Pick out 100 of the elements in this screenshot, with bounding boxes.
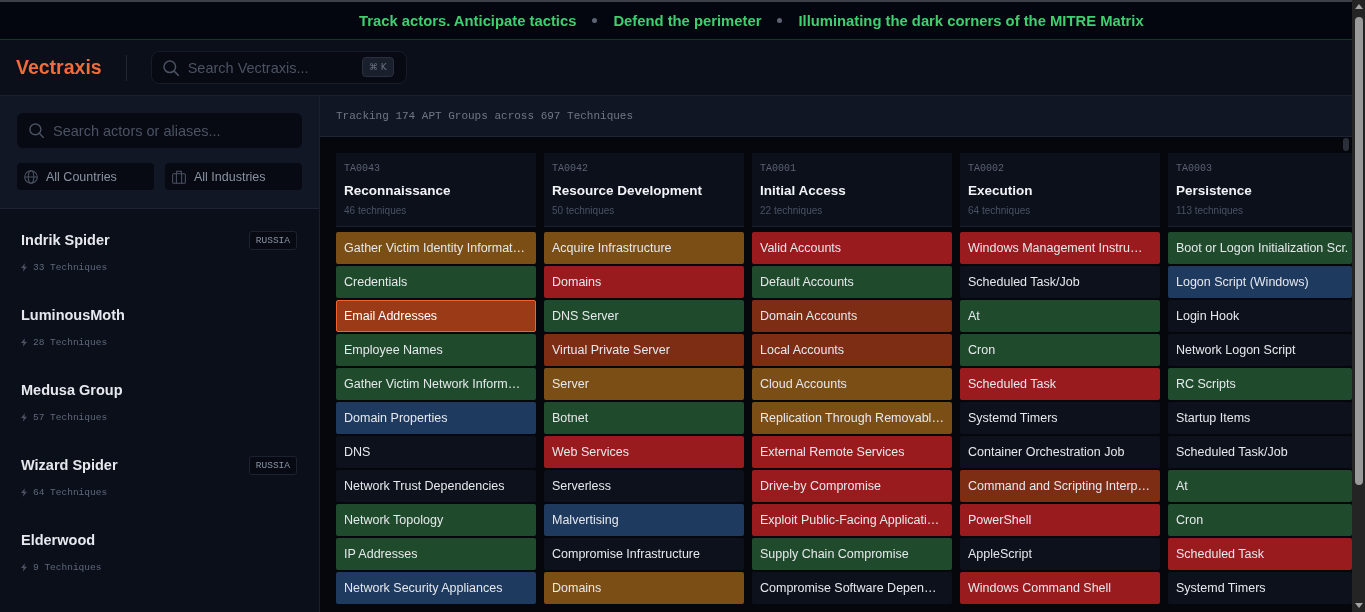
actor-name[interactable]: Medusa Group — [21, 382, 123, 398]
technique-cell[interactable]: Network Security Appliances — [336, 572, 536, 604]
technique-cell[interactable]: Default Accounts — [752, 266, 952, 298]
technique-cell[interactable]: Gather Victim Network Inform… — [336, 368, 536, 400]
tagline: Track actors. Anticipate tactics — [359, 12, 577, 29]
technique-cell[interactable]: Supply Chain Compromise — [752, 538, 952, 570]
technique-cell[interactable]: Domains — [544, 266, 744, 298]
bullet-icon — [777, 18, 783, 23]
scrollbar-thumb[interactable] — [1343, 138, 1349, 151]
technique-cell[interactable]: Replication Through Removabl… — [752, 402, 952, 434]
scrollbar-thumb[interactable] — [1354, 17, 1363, 485]
country-badge: RUSSIA — [248, 230, 297, 250]
industry-filter[interactable]: All Industries — [165, 163, 302, 190]
technique-cell[interactable]: Network Topology — [336, 504, 536, 536]
technique-cell[interactable]: At — [1168, 470, 1352, 502]
technique-cell[interactable]: Boot or Logon Initialization Scr. — [1168, 232, 1352, 264]
technique-cell[interactable]: RC Scripts — [1168, 368, 1352, 400]
bolt-icon — [21, 337, 27, 347]
tactic-id: TA0043 — [344, 163, 380, 175]
search-icon — [29, 123, 44, 138]
technique-cell[interactable]: Scheduled Task — [960, 368, 1160, 400]
technique-cell[interactable]: Logon Script (Windows) — [1168, 266, 1352, 298]
technique-cell[interactable]: Scheduled Task/Job — [960, 266, 1160, 298]
technique-cell[interactable]: External Remote Services — [752, 436, 952, 468]
technique-cell[interactable]: DNS — [336, 436, 536, 468]
technique-cell[interactable]: Server — [544, 368, 744, 400]
technique-count: 64 Techniques — [33, 486, 108, 498]
technique-count: 50 techniques — [552, 205, 615, 217]
tagline: Illuminating the dark corners of the MITRE Matrix — [798, 12, 1144, 29]
technique-cell[interactable]: Systemd Timers — [960, 402, 1160, 434]
tactic-header[interactable]: TA0003 Persistence 113 techniques — [1168, 153, 1352, 227]
technique-count: 9 Techniques — [33, 561, 102, 573]
technique-cell[interactable]: Malvertising — [544, 504, 744, 536]
technique-cell[interactable]: Domains — [544, 572, 744, 604]
technique-cell[interactable]: Network Trust Dependencies — [336, 470, 536, 502]
technique-count: 33 Techniques — [33, 261, 108, 273]
technique-cell[interactable]: PowerShell — [960, 504, 1160, 536]
technique-cell[interactable]: Cron — [1168, 504, 1352, 536]
summary-text: Tracking 174 APT Groups across 697 Techniques — [336, 110, 634, 122]
scroll-down-icon[interactable] — [1354, 603, 1363, 608]
technique-cell[interactable]: IP Addresses — [336, 538, 536, 570]
briefcase-icon — [172, 169, 186, 184]
technique-count: 22 techniques — [760, 205, 823, 217]
search-icon — [162, 60, 179, 76]
technique-cell[interactable]: Virtual Private Server — [544, 334, 744, 366]
technique-cell[interactable]: Compromise Infrastructure — [544, 538, 744, 570]
technique-cell[interactable]: Startup Items — [1168, 402, 1352, 434]
technique-cell[interactable]: Container Orchestration Job — [960, 436, 1160, 468]
logo[interactable]: Vectraxis — [16, 56, 102, 79]
technique-cell[interactable]: Command and Scripting Interp… — [960, 470, 1160, 502]
technique-cell[interactable]: Login Hook — [1168, 300, 1352, 332]
tactic-header[interactable]: TA0001 Initial Access 22 techniques — [752, 153, 952, 227]
technique-cell[interactable]: AppleScript — [960, 538, 1160, 570]
actor-name[interactable]: Elderwood — [21, 532, 96, 548]
tactic-id: TA0002 — [968, 163, 1004, 175]
technique-cell[interactable]: Scheduled Task — [1168, 538, 1352, 570]
bullet-icon — [592, 18, 598, 23]
tactic-id: TA0003 — [1176, 163, 1212, 175]
technique-cell[interactable]: Web Services — [544, 436, 744, 468]
technique-cell[interactable]: Domain Properties — [336, 402, 536, 434]
tactic-header[interactable]: TA0002 Execution 64 techniques — [960, 153, 1160, 227]
technique-cell[interactable]: Exploit Public-Facing Applicati… — [752, 504, 952, 536]
bolt-icon — [21, 562, 27, 572]
technique-cell[interactable]: Email Addresses — [336, 300, 536, 332]
country-filter[interactable]: All Countries — [17, 163, 154, 190]
tactic-header[interactable]: TA0043 Reconnaissance 46 techniques — [336, 153, 536, 227]
technique-cell[interactable]: Cloud Accounts — [752, 368, 952, 400]
technique-cell[interactable]: Domain Accounts — [752, 300, 952, 332]
bolt-icon — [21, 262, 27, 272]
search-field[interactable]: Search actors or aliases... — [17, 113, 302, 148]
bolt-icon — [21, 487, 27, 497]
technique-cell[interactable]: Botnet — [544, 402, 744, 434]
tactic-header[interactable]: TA0042 Resource Development 50 techniques — [544, 153, 744, 227]
technique-cell[interactable]: Scheduled Task/Job — [1168, 436, 1352, 468]
technique-cell[interactable]: Drive-by Compromise — [752, 470, 952, 502]
technique-cell[interactable]: Network Logon Script — [1168, 334, 1352, 366]
technique-cell[interactable]: Local Accounts — [752, 334, 952, 366]
bolt-icon — [21, 412, 27, 422]
technique-cell[interactable]: Gather Victim Identity Informat… — [336, 232, 536, 264]
technique-cell[interactable]: Acquire Infrastructure — [544, 232, 744, 264]
technique-cell[interactable]: Compromise Software Depen… — [752, 572, 952, 604]
scroll-up-icon[interactable] — [1354, 4, 1363, 9]
scrollbar[interactable] — [1352, 0, 1365, 612]
technique-cell[interactable]: Serverless — [544, 470, 744, 502]
technique-cell[interactable]: Windows Management Instru… — [960, 232, 1160, 264]
technique-cell[interactable]: Credentials — [336, 266, 536, 298]
technique-cell[interactable]: Valid Accounts — [752, 232, 952, 264]
actor-name[interactable]: Wizard Spider — [21, 457, 118, 473]
globe-icon — [24, 169, 38, 184]
technique-cell[interactable]: DNS Server — [544, 300, 744, 332]
technique-cell[interactable]: Employee Names — [336, 334, 536, 366]
actor-name[interactable]: Indrik Spider — [21, 232, 110, 248]
technique-cell[interactable]: At — [960, 300, 1160, 332]
technique-cell[interactable]: Cron — [960, 334, 1160, 366]
technique-count: 64 techniques — [968, 205, 1031, 217]
tactic-name: Resource Development — [552, 182, 703, 199]
tactic-id: TA0001 — [760, 163, 796, 175]
technique-cell[interactable]: Systemd Timers — [1168, 572, 1352, 604]
actor-name[interactable]: LuminousMoth — [21, 307, 125, 323]
technique-cell[interactable]: Windows Command Shell — [960, 572, 1160, 604]
